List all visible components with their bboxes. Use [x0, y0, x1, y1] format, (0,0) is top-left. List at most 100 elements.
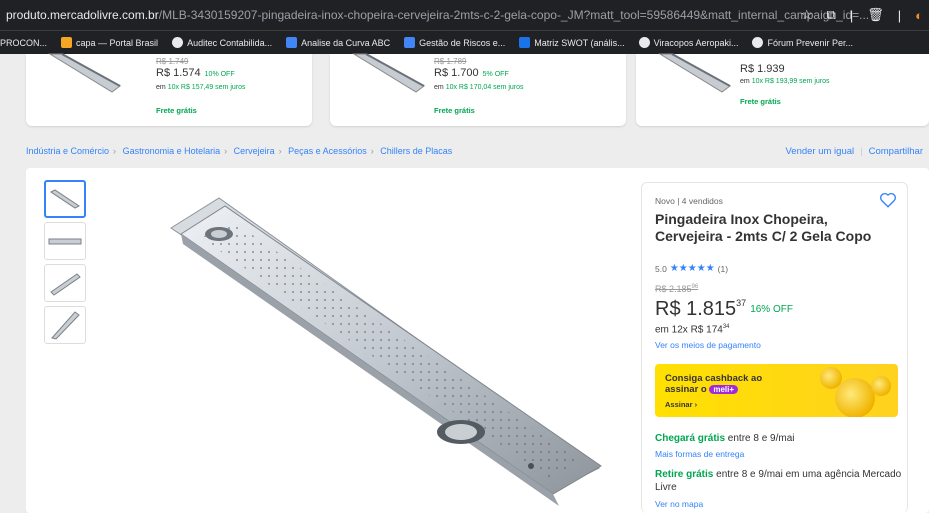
pickup-strong: Retire grátis	[655, 469, 714, 480]
bookmark-label: Analise da Curva ABC	[301, 37, 391, 48]
more-delivery-link[interactable]: Mais formas de entrega	[655, 449, 744, 459]
bookmark-label: Auditec Contabilida...	[187, 37, 273, 48]
free-shipping: Frete grátis	[156, 106, 197, 115]
bookmarks-bar: PROCON... capa — Portal Brasil Auditec C…	[0, 30, 929, 54]
pickup-info: Retire grátis entre 8 e 9/mai em uma agê…	[655, 468, 905, 494]
current-price: R$ 1.8153716% OFF	[655, 298, 793, 321]
separator: |	[897, 7, 902, 23]
chevron-right-icon: ›	[278, 146, 282, 156]
rating[interactable]: 5.0 ★★★★★ (1)	[655, 263, 728, 274]
free-shipping: Frete grátis	[740, 97, 781, 106]
address-bar[interactable]: produto.mercadolivre.com.br /MLB-3430159…	[0, 0, 929, 30]
bookmark-icon	[61, 37, 73, 48]
breadcrumb-item[interactable]: Chillers de Placas	[380, 146, 452, 156]
related-product-card[interactable]: R$ 1.749 R$ 1.574 10% OFF em 10x R$ 157,4…	[26, 53, 312, 126]
product-panel: Novo | 4 vendidos Pingadeira Inox Chopei…	[26, 168, 929, 513]
subscribe-link[interactable]: Assinar ›	[665, 400, 697, 409]
bookmark-item[interactable]: Matriz SWOT (anális...	[519, 37, 625, 48]
inst-prefix: em	[434, 84, 444, 91]
bookmark-label: Viracopos Aeropaki...	[653, 37, 739, 48]
inst-prefix: em	[156, 84, 166, 91]
old-price: R$ 2.18596	[655, 284, 698, 294]
product-thumbnail	[352, 53, 425, 93]
extensions-icon[interactable]: ⧉	[827, 7, 836, 23]
delivery-info: Chegará grátis entre 8 e 9/mai	[655, 433, 795, 444]
chevron-right-icon: ›	[224, 146, 228, 156]
installment-value: 10x R$ 193,99 sem juros	[751, 78, 830, 85]
price-value: R$ 1.574	[156, 67, 201, 79]
breadcrumb-item[interactable]: Gastronomia e Hotelaria	[123, 146, 221, 156]
heart-icon[interactable]	[879, 191, 897, 209]
breadcrumb-item[interactable]: Peças e Acessórios	[288, 146, 367, 156]
condition-sold: Novo | 4 vendidos	[655, 196, 723, 206]
thumbnail-image	[48, 238, 82, 245]
globe-icon	[752, 37, 764, 48]
separator: |	[849, 7, 854, 23]
product-thumbnail	[48, 53, 121, 93]
rating-count: (1)	[717, 263, 729, 274]
installment-cents: 34	[722, 324, 730, 330]
doc-icon	[286, 37, 298, 48]
sell-similar-link[interactable]: Vender um igual	[785, 146, 854, 157]
cashback-banner[interactable]: Consiga cashback ao assinar o meli+ Assi…	[655, 364, 898, 417]
thumbnail-4[interactable]	[44, 306, 86, 344]
cashback-text: Consiga cashback ao assinar o meli+	[665, 373, 785, 395]
old-price-cents: 96	[691, 284, 699, 290]
bookmark-label: Gestão de Riscos e...	[419, 37, 506, 48]
thumbnail-1[interactable]	[44, 180, 86, 218]
chevron-right-icon: ›	[370, 146, 374, 156]
installment-value: 10x R$ 157,49 sem juros	[167, 84, 246, 91]
related-product-card[interactable]: R$ 1.939 em 10x R$ 193,99 sem juros Fret…	[636, 53, 929, 126]
old-price: R$ 1.789	[434, 57, 467, 66]
header-links: Vender um igual | Compartilhar	[785, 146, 923, 157]
divider: |	[860, 146, 863, 157]
installment-value: em 12x R$ 174	[655, 324, 723, 336]
old-price: R$ 1.749	[156, 57, 189, 66]
price-value: R$ 1.939	[740, 63, 785, 75]
url-host: produto.mercadolivre.com.br	[6, 8, 159, 22]
thumbnail-2[interactable]	[44, 222, 86, 260]
bookmark-item[interactable]: Viracopos Aeropaki...	[638, 37, 739, 48]
related-product-card[interactable]: R$ 1.789 R$ 1.700 5% OFF em 10x R$ 170,04…	[330, 53, 626, 126]
price-value: R$ 1.700	[434, 67, 479, 79]
breadcrumb-item[interactable]: Cervejeira	[234, 146, 275, 156]
share-link[interactable]: Compartilhar	[869, 146, 923, 157]
bookmark-item[interactable]: Analise da Curva ABC	[286, 37, 390, 48]
breadcrumb-item[interactable]: Indústria e Comércio	[26, 146, 109, 156]
bookmark-item[interactable]: Auditec Contabilida...	[172, 37, 272, 48]
bookmark-item[interactable]: Gestão de Riscos e...	[404, 37, 505, 48]
meli-plus-badge: meli+	[709, 385, 739, 394]
coin-icon	[871, 376, 891, 396]
delivery-strong: Chegará grátis	[655, 433, 726, 444]
price-cents: 37	[736, 298, 747, 308]
bookmark-label: capa — Portal Brasil	[76, 37, 159, 48]
product-main-image[interactable]	[161, 176, 621, 506]
delivery-date: entre 8 e 9/mai	[725, 433, 795, 444]
bookmark-label: PROCON...	[0, 37, 48, 48]
free-shipping: Frete grátis	[434, 106, 475, 115]
bookmark-item[interactable]: capa — Portal Brasil	[61, 37, 158, 48]
thumbnail-image	[50, 189, 80, 209]
trash-icon[interactable]: 🗑	[867, 7, 884, 23]
doc-icon	[404, 37, 416, 48]
installment-value: 10x R$ 170,04 sem juros	[445, 84, 524, 91]
thumbnail-3[interactable]	[44, 264, 86, 302]
price: R$ 1.574 10% OFF	[156, 67, 235, 79]
discount: 10% OFF	[204, 71, 235, 78]
bookmark-item[interactable]: PROCON...	[0, 38, 47, 48]
installments: em 12x R$ 17434	[655, 324, 730, 335]
discount: 5% OFF	[482, 71, 509, 78]
payment-methods-link[interactable]: Ver os meios de pagamento	[655, 340, 761, 350]
profile-icon[interactable]: ◐	[915, 8, 923, 23]
star-icon[interactable]: ☆	[801, 7, 813, 23]
price: R$ 1.700 5% OFF	[434, 67, 509, 79]
price-value: R$ 1.815	[655, 298, 737, 320]
installments: em 10x R$ 193,99 sem juros	[740, 78, 830, 85]
view-map-link[interactable]: Ver no mapa	[655, 499, 703, 509]
price: R$ 1.939	[740, 63, 785, 75]
buy-box: Novo | 4 vendidos Pingadeira Inox Chopei…	[641, 182, 908, 513]
rating-value: 5.0	[655, 263, 667, 274]
breadcrumb: Indústria e Comércio › Gastronomia e Hote…	[26, 146, 452, 156]
bookmark-label: Fórum Prevenir Per...	[767, 37, 853, 48]
bookmark-item[interactable]: Fórum Prevenir Per...	[752, 37, 853, 48]
